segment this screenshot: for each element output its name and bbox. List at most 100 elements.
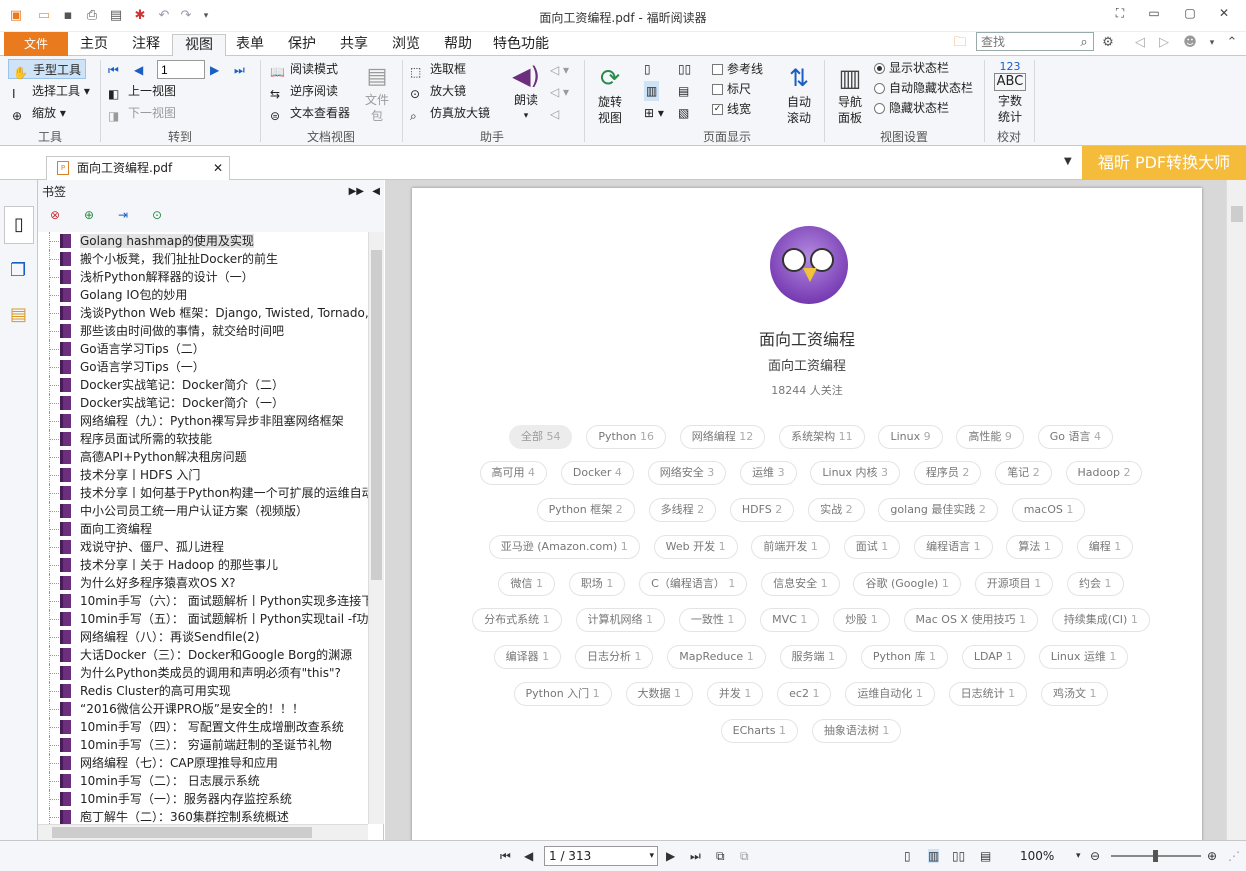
page-indicator[interactable]: 1 / 313 ▾: [544, 846, 658, 866]
bookmark-item[interactable]: Go语言学习Tips（一）: [38, 358, 368, 376]
bookmark-item[interactable]: 10min手写（三）： 穷逼前端赶制的圣诞节礼物: [38, 736, 368, 754]
guides-checkbox[interactable]: 参考线: [712, 59, 763, 79]
bookmark-hscroll-thumb[interactable]: [52, 827, 312, 838]
status-continuous-icon[interactable]: ▥: [928, 849, 940, 863]
topic-tag[interactable]: Docker 4: [560, 461, 634, 486]
bookmark-item[interactable]: 网络编程（七）：CAP原理推导和应用: [38, 754, 368, 772]
status-paste-icon[interactable]: ⧉: [740, 849, 749, 864]
page-number-input[interactable]: [157, 60, 205, 79]
topic-tag[interactable]: 高可用 4: [479, 461, 548, 486]
topic-tag[interactable]: MapReduce 1: [667, 645, 766, 670]
topic-tag[interactable]: Web 开发 1: [653, 534, 738, 559]
pages-panel-icon[interactable]: ❐: [10, 260, 26, 281]
maximize-button[interactable]: ▢: [1180, 6, 1200, 24]
bookmark-item[interactable]: 中小公司员工统一用户认证方案（视频版）: [38, 502, 368, 520]
zoom-out-icon[interactable]: ⊖: [1090, 849, 1100, 863]
continuous-page-icon[interactable]: ▥: [644, 81, 660, 101]
bookmark-item[interactable]: 技术分享丨如何基于Python构建一个可扩展的运维自动: [38, 484, 368, 502]
auto-scroll-button[interactable]: ⇅ 自动滚动: [780, 62, 818, 126]
topic-tag[interactable]: 系统架构 11: [779, 424, 865, 449]
topic-tag[interactable]: C（编程语言） 1: [639, 571, 748, 596]
topic-tag[interactable]: 微信 1: [498, 571, 555, 596]
forward-icon[interactable]: ▷: [1156, 35, 1172, 51]
bookmarks-panel-icon[interactable]: ▯: [4, 206, 34, 244]
stop-icon[interactable]: ◁: [550, 104, 559, 124]
facing-page-icon[interactable]: ▯▯: [678, 59, 691, 79]
topic-tag[interactable]: 计算机网络 1: [575, 608, 665, 633]
topic-tag[interactable]: Python 16: [586, 424, 666, 449]
topic-tag[interactable]: 大数据 1: [625, 682, 693, 707]
hide-status-radio[interactable]: 隐藏状态栏: [874, 98, 949, 118]
topic-tag[interactable]: 职场 1: [568, 571, 626, 596]
zoom-dropdown-icon[interactable]: ▾: [1076, 851, 1081, 861]
cover-page-icon[interactable]: ▧: [678, 103, 689, 123]
topic-tag[interactable]: Hadoop 2: [1065, 461, 1143, 486]
bookmark-item[interactable]: Golang IO包的妙用: [38, 286, 368, 304]
settings-gear-icon[interactable]: ⚙: [1100, 35, 1116, 51]
topic-tag[interactable]: 亚马逊 (Amazon.com) 1: [488, 534, 640, 559]
find-folder-icon[interactable]: 🗀: [952, 35, 968, 51]
topic-tag[interactable]: 服务端 1: [779, 645, 848, 670]
reading-mode-button[interactable]: 📖 阅读模式: [270, 59, 338, 79]
user-menu-chevron-icon[interactable]: ▾: [1204, 35, 1220, 51]
bookmark-item[interactable]: 大话Docker（三）：Docker和Google Borg的渊源: [38, 646, 368, 664]
topic-tag[interactable]: 编译器 1: [493, 645, 562, 670]
speed-icon[interactable]: ◁ ▾: [550, 82, 569, 102]
promo-dropdown-icon[interactable]: ▼: [1064, 156, 1072, 167]
file-menu[interactable]: 文件: [4, 32, 68, 56]
tab-share[interactable]: 共享: [332, 34, 376, 56]
nav-panel-button[interactable]: ▥ 导航面板: [830, 62, 870, 126]
continuous-facing-icon[interactable]: ▤: [678, 81, 689, 101]
close-tab-icon[interactable]: ✕: [213, 157, 223, 179]
user-avatar-icon[interactable]: ☻: [1182, 35, 1198, 51]
topic-tag[interactable]: 笔记 2: [995, 461, 1052, 486]
bookmark-item[interactable]: Golang hashmap的使用及实现: [38, 232, 368, 250]
topic-tag[interactable]: 一致性 1: [678, 608, 747, 633]
fullscreen-icon[interactable]: ⛶: [1110, 6, 1130, 24]
bookmark-item[interactable]: 面向工资编程: [38, 520, 368, 538]
topic-tag[interactable]: Python 库 1: [860, 645, 948, 670]
collapse-panel-icon[interactable]: ◀: [372, 180, 380, 204]
topic-tag[interactable]: 谷歌 (Google) 1: [853, 571, 961, 596]
bookmark-item[interactable]: 10min手写（六）： 面试题解析丨Python实现多连接下: [38, 592, 368, 610]
topic-tag[interactable]: 日志分析 1: [574, 645, 654, 670]
delete-bookmark-icon[interactable]: ⊗: [50, 208, 60, 222]
zoom-in-icon[interactable]: ⊕: [1207, 849, 1217, 863]
back-icon[interactable]: ◁: [1132, 35, 1148, 51]
bookmark-horizontal-scrollbar[interactable]: [38, 824, 368, 840]
close-button[interactable]: ✕: [1214, 6, 1234, 24]
search-icon[interactable]: ⌕: [1076, 35, 1092, 51]
bookmark-item[interactable]: 10min手写（二）： 日志展示系统: [38, 772, 368, 790]
topic-tag[interactable]: HDFS 2: [729, 498, 795, 523]
auto-hide-status-radio[interactable]: 自动隐藏状态栏: [874, 78, 973, 98]
bookmark-item[interactable]: 程序员面试所需的软技能: [38, 430, 368, 448]
topic-tag[interactable]: 全部 54: [508, 424, 573, 449]
viewer-vertical-scrollbar[interactable]: [1226, 180, 1246, 840]
prev-page-icon[interactable]: ◀: [134, 60, 143, 80]
next-page-icon[interactable]: ▶: [210, 60, 219, 80]
select-tool-button[interactable]: Ⅰ 选择工具 ▾: [12, 81, 90, 101]
topic-tag[interactable]: Python 入门 1: [513, 682, 612, 707]
viewer-scroll-thumb[interactable]: [1231, 206, 1243, 222]
bookmark-item[interactable]: 技术分享丨关于 Hadoop 的那些事儿: [38, 556, 368, 574]
topic-tag[interactable]: 程序员 2: [913, 461, 982, 486]
topic-tag[interactable]: Linux 运维 1: [1038, 645, 1129, 670]
tab-help[interactable]: 帮助: [436, 34, 480, 56]
last-page-icon[interactable]: ⏭: [234, 60, 245, 80]
reverse-reading-button[interactable]: ⇆ 逆序阅读: [270, 81, 338, 101]
expand-panel-icon[interactable]: ▶▶: [349, 180, 364, 204]
select-box-button[interactable]: ⬚ 选取框: [410, 59, 466, 79]
status-prev-page-icon[interactable]: ◀: [524, 849, 533, 863]
single-page-icon[interactable]: ▯: [644, 59, 651, 79]
topic-tag[interactable]: 编程 1: [1076, 534, 1134, 559]
tab-form[interactable]: 表单: [228, 34, 272, 56]
show-status-radio[interactable]: 显示状态栏: [874, 58, 949, 78]
next-view-button[interactable]: ◨ 下一视图: [108, 103, 176, 123]
promo-banner[interactable]: 福昕 PDF转换大师: [1082, 146, 1246, 180]
topic-tag[interactable]: 抽象语法树 1: [811, 718, 902, 743]
document-tab[interactable]: P 面向工资编程.pdf ✕: [46, 156, 230, 180]
topic-tag[interactable]: 高性能 9: [956, 424, 1024, 449]
volume-icon[interactable]: ◁ ▾: [550, 60, 569, 80]
topic-tag[interactable]: 多线程 2: [648, 498, 717, 523]
topic-tag[interactable]: LDAP 1: [961, 645, 1025, 670]
